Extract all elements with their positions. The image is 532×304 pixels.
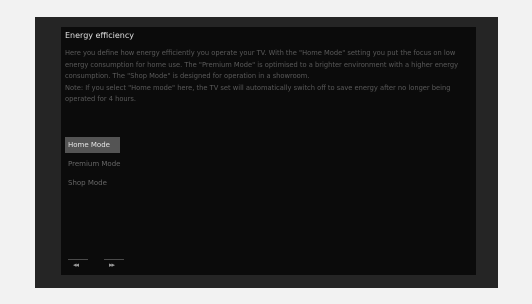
menu-item-shop-mode[interactable]: Shop Mode — [65, 175, 185, 191]
mode-menu: Home Mode Premium Mode Shop Mode — [65, 137, 185, 194]
dialog-title: Energy efficiency — [65, 31, 134, 40]
next-page-button[interactable]: ▸▸ — [104, 259, 124, 269]
page-navigation: ◂◂ ▸▸ — [68, 259, 124, 269]
previous-page-button[interactable]: ◂◂ — [68, 259, 88, 269]
menu-item-premium-mode[interactable]: Premium Mode — [65, 156, 185, 172]
tv-screen: Energy efficiency Here you define how en… — [35, 17, 498, 288]
energy-efficiency-dialog: Energy efficiency Here you define how en… — [61, 27, 476, 275]
menu-item-home-mode[interactable]: Home Mode — [65, 137, 120, 153]
dialog-description: Here you define how energy efficiently y… — [65, 48, 474, 106]
description-paragraph: Here you define how energy efficiently y… — [65, 49, 459, 81]
description-note: Note: If you select "Home mode" here, th… — [65, 83, 451, 104]
double-chevron-left-icon: ◂◂ — [73, 261, 79, 269]
double-chevron-right-icon: ▸▸ — [109, 261, 115, 269]
